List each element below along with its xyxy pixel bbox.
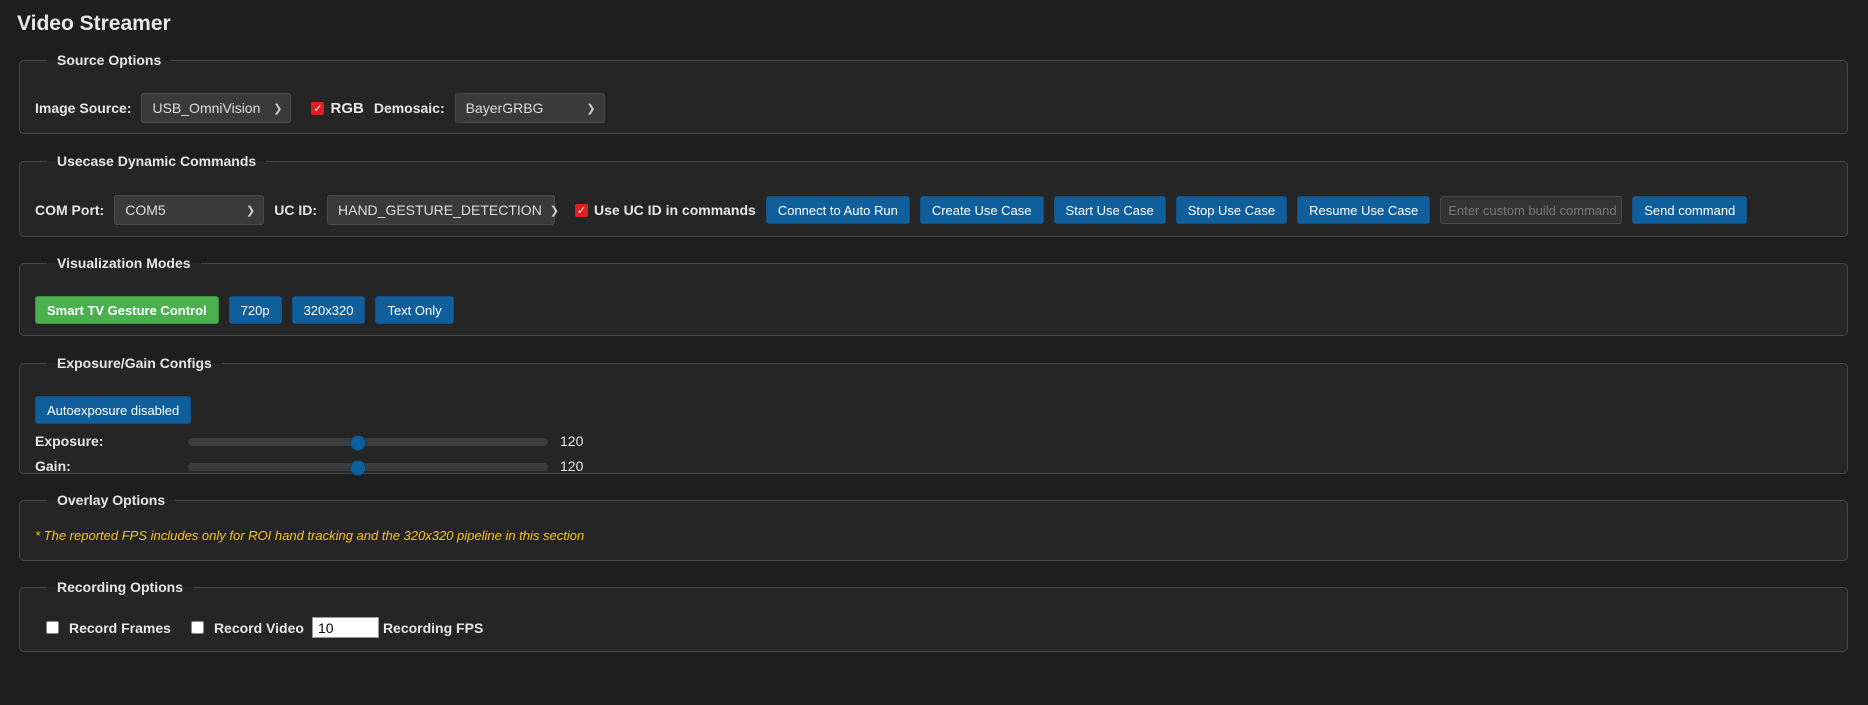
visualization-legend: Visualization Modes — [57, 255, 191, 271]
record-video-checkbox[interactable] — [190, 621, 204, 634]
chevron-down-icon: ❯ — [586, 102, 596, 115]
source-options-legend: Source Options — [57, 52, 162, 68]
com-port-value: COM5 — [125, 202, 166, 218]
image-source-label: Image Source: — [35, 100, 132, 116]
uc-id-label: UC ID: — [274, 202, 317, 218]
usecase-commands: Usecase Dynamic Commands COM Port: COM5 ❯… — [19, 153, 1848, 237]
rgb-label: RGB — [330, 99, 364, 117]
autoexposure-button[interactable]: Autoexposure disabled — [35, 396, 192, 424]
exposure-gain-configs: Exposure/Gain Configs Autoexposure disab… — [19, 355, 1848, 476]
chevron-down-icon: ❯ — [246, 204, 256, 217]
mode-720p-button[interactable]: 720p — [228, 296, 282, 324]
recording-legend: Recording Options — [57, 579, 183, 595]
exposure-slider-thumb[interactable] — [350, 435, 367, 451]
custom-command-input[interactable]: Enter custom build command — [1440, 196, 1623, 224]
image-source-value: USB_OmniVision — [152, 100, 261, 116]
chevron-down-icon: ❯ — [549, 204, 560, 217]
use-uc-id-checkbox[interactable]: ✓ — [575, 203, 588, 217]
use-uc-id-label: Use UC ID in commands — [594, 202, 756, 218]
stop-use-case-button[interactable]: Stop Use Case — [1175, 196, 1288, 224]
record-frames-label: Record Frames — [69, 619, 171, 636]
demosaic-select[interactable]: BayerGRBG ❯ — [454, 93, 605, 123]
rgb-checkbox[interactable]: ✓ — [311, 101, 325, 115]
overlay-options: Overlay Options * The reported FPS inclu… — [19, 492, 1848, 561]
demosaic-value: BayerGRBG — [465, 100, 544, 116]
chevron-down-icon: ❯ — [273, 102, 283, 115]
create-use-case-button[interactable]: Create Use Case — [919, 196, 1044, 224]
usecase-legend: Usecase Dynamic Commands — [57, 153, 257, 169]
exposure-value: 120 — [560, 433, 584, 449]
page-title: Video Streamer — [17, 12, 171, 35]
uc-id-select[interactable]: HAND_GESTURE_DETECTION ❯ — [327, 195, 559, 225]
visualization-modes: Visualization Modes Smart TV Gesture Con… — [19, 255, 1848, 336]
image-source-select[interactable]: USB_OmniVision ❯ — [141, 93, 292, 123]
mode-320x320-button[interactable]: 320x320 — [291, 296, 366, 324]
start-use-case-button[interactable]: Start Use Case — [1053, 196, 1166, 224]
gain-value: 120 — [560, 458, 584, 474]
send-command-button[interactable]: Send command — [1632, 196, 1748, 224]
gain-label: Gain: — [35, 458, 71, 474]
record-video-label: Record Video — [213, 619, 304, 636]
exposure-label: Exposure: — [35, 433, 104, 449]
recording-fps-input[interactable]: 10 — [311, 617, 379, 638]
exposure-legend: Exposure/Gain Configs — [57, 355, 212, 371]
source-options: Source Options Image Source: USB_OmniVis… — [19, 52, 1848, 134]
com-port-select[interactable]: COM5 ❯ — [114, 195, 265, 225]
gain-slider-thumb[interactable] — [350, 460, 367, 476]
com-port-label: COM Port: — [35, 202, 105, 218]
fps-note: * The reported FPS includes only for ROI… — [35, 528, 585, 543]
overlay-legend: Overlay Options — [57, 492, 166, 508]
recording-options: Recording Options Record Frames Record V… — [19, 579, 1848, 652]
uc-id-value: HAND_GESTURE_DETECTION — [338, 202, 542, 218]
demosaic-label: Demosaic: — [373, 100, 445, 116]
exposure-slider[interactable] — [188, 435, 548, 451]
gain-slider[interactable] — [188, 460, 548, 476]
resume-use-case-button[interactable]: Resume Use Case — [1297, 196, 1431, 224]
recording-fps-label: Recording FPS — [382, 619, 484, 636]
mode-smart-tv-button[interactable]: Smart TV Gesture Control — [35, 296, 219, 324]
record-frames-checkbox[interactable] — [46, 621, 59, 634]
connect-auto-run-button[interactable]: Connect to Auto Run — [765, 196, 910, 224]
mode-text-only-button[interactable]: Text Only — [375, 296, 454, 324]
